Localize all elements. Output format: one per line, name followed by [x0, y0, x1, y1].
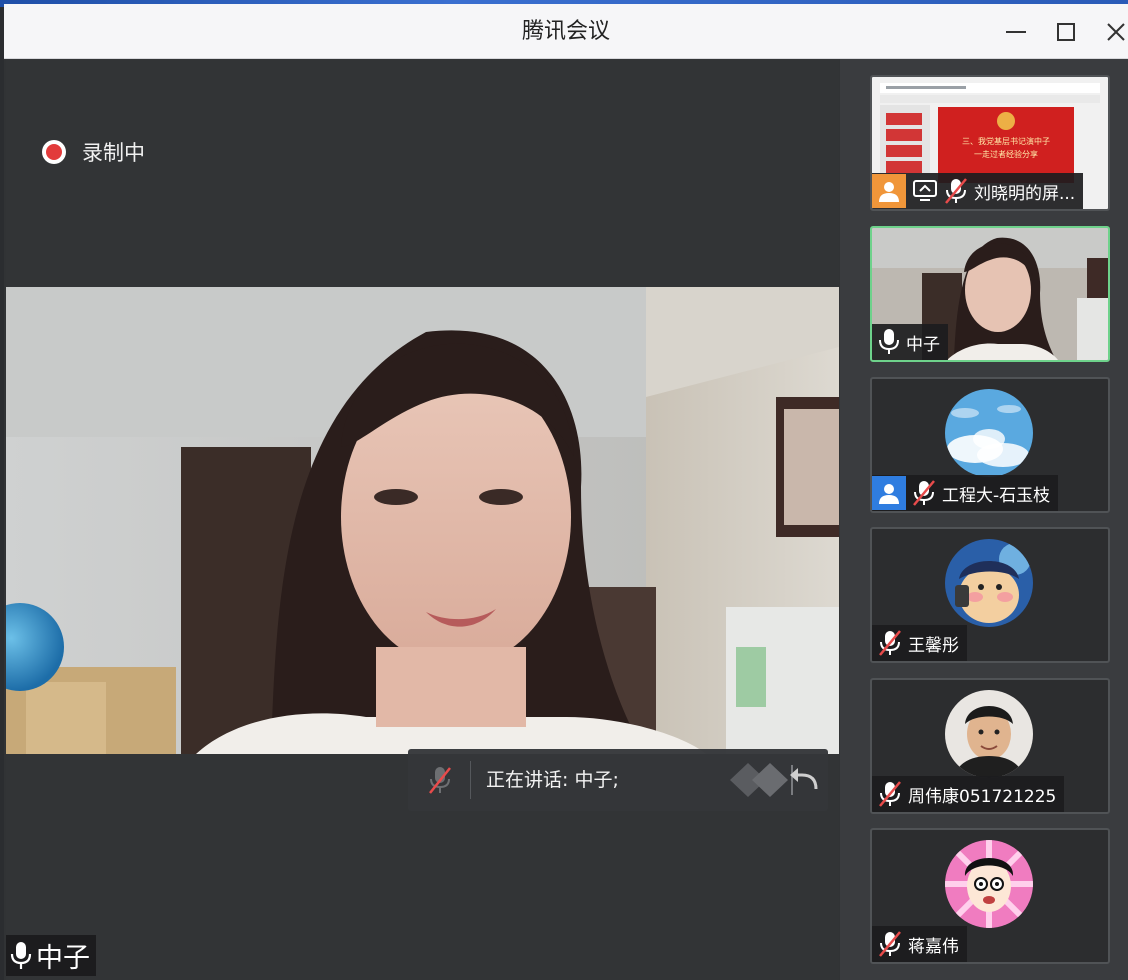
- main-video-name-badge: 中子: [6, 935, 96, 976]
- avatar: [945, 539, 1033, 627]
- participant-name: 周伟康051721225: [908, 786, 1057, 807]
- participant-name: 工程大-石玉枝: [942, 485, 1051, 506]
- speaking-indicator-bar: 正在讲话: 中子;: [408, 749, 828, 811]
- participant-label: 王馨彤: [872, 625, 967, 661]
- minimize-icon: [1006, 31, 1026, 33]
- mic-icon: [10, 941, 32, 971]
- minimize-button[interactable]: [996, 14, 1036, 50]
- participant-label: 中子: [872, 324, 948, 360]
- mic-muted-icon: [912, 479, 936, 507]
- maximize-icon: [1057, 23, 1075, 41]
- close-button[interactable]: [1096, 14, 1128, 50]
- record-dot-icon: [42, 140, 66, 164]
- divider: [470, 761, 471, 799]
- user-icon: [872, 476, 906, 510]
- mic-muted-icon: [878, 930, 902, 958]
- recording-indicator: 录制中: [42, 137, 145, 167]
- speaking-text: 正在讲话: 中子;: [486, 769, 619, 791]
- mic-muted-icon: [878, 780, 902, 808]
- participant-name: 刘晓明的屏...: [974, 183, 1076, 204]
- participant-label: 周伟康051721225: [872, 776, 1065, 812]
- participant-tile[interactable]: 周伟康051721225: [870, 678, 1110, 814]
- meeting-window: 腾讯会议 录制中 正在讲话: 中子; 中子 三、我党基层书记演中子 一走过者经验…: [4, 4, 1128, 980]
- mic-muted-icon[interactable]: [424, 764, 456, 796]
- mic-icon: [878, 328, 900, 356]
- title-bar: 腾讯会议: [4, 4, 1128, 59]
- participant-tile[interactable]: 工程大-石玉枝: [870, 377, 1110, 513]
- participant-name: 蒋嘉伟: [908, 936, 959, 957]
- avatar: [945, 840, 1033, 928]
- maximize-button[interactable]: [1046, 14, 1086, 50]
- recording-label: 录制中: [82, 141, 145, 165]
- avatar: [945, 389, 1033, 477]
- collapse-icon[interactable]: [726, 761, 822, 799]
- participant-tile-screen-share[interactable]: 三、我党基层书记演中子 一走过者经验分享 刘晓明的屏...: [870, 75, 1110, 211]
- mic-muted-icon: [878, 629, 902, 657]
- share-preview-line1: 三、我党基层书记演中子: [962, 137, 1050, 146]
- participant-sidebar: 三、我党基层书记演中子 一走过者经验分享 刘晓明的屏... 中子 工程大-石玉枝…: [840, 59, 1128, 980]
- participant-name: 王馨彤: [908, 635, 959, 656]
- close-icon: [1107, 23, 1125, 41]
- share-preview-text: 三、我党基层书记演中子 一走过者经验分享: [938, 135, 1074, 161]
- participant-name: 中子: [906, 334, 940, 355]
- participant-label: 蒋嘉伟: [872, 926, 967, 962]
- participant-label: 工程大-石玉枝: [872, 475, 1059, 511]
- main-video-name: 中子: [36, 943, 90, 974]
- speaker-video: [6, 287, 839, 754]
- mic-muted-icon: [944, 177, 968, 205]
- window-title: 腾讯会议: [521, 19, 610, 44]
- screen-share-icon: [912, 179, 938, 203]
- participant-tile[interactable]: 王馨彤: [870, 527, 1110, 663]
- avatar: [945, 690, 1033, 778]
- user-icon: [872, 174, 906, 208]
- participant-tile-active[interactable]: 中子: [870, 226, 1110, 362]
- participant-tile[interactable]: 蒋嘉伟: [870, 828, 1110, 964]
- speaker-video-image: [6, 287, 839, 754]
- main-video-area[interactable]: 录制中 正在讲话: 中子; 中子: [6, 59, 839, 980]
- participant-label: 刘晓明的屏...: [872, 173, 1084, 209]
- share-preview-line2: 一走过者经验分享: [974, 150, 1038, 159]
